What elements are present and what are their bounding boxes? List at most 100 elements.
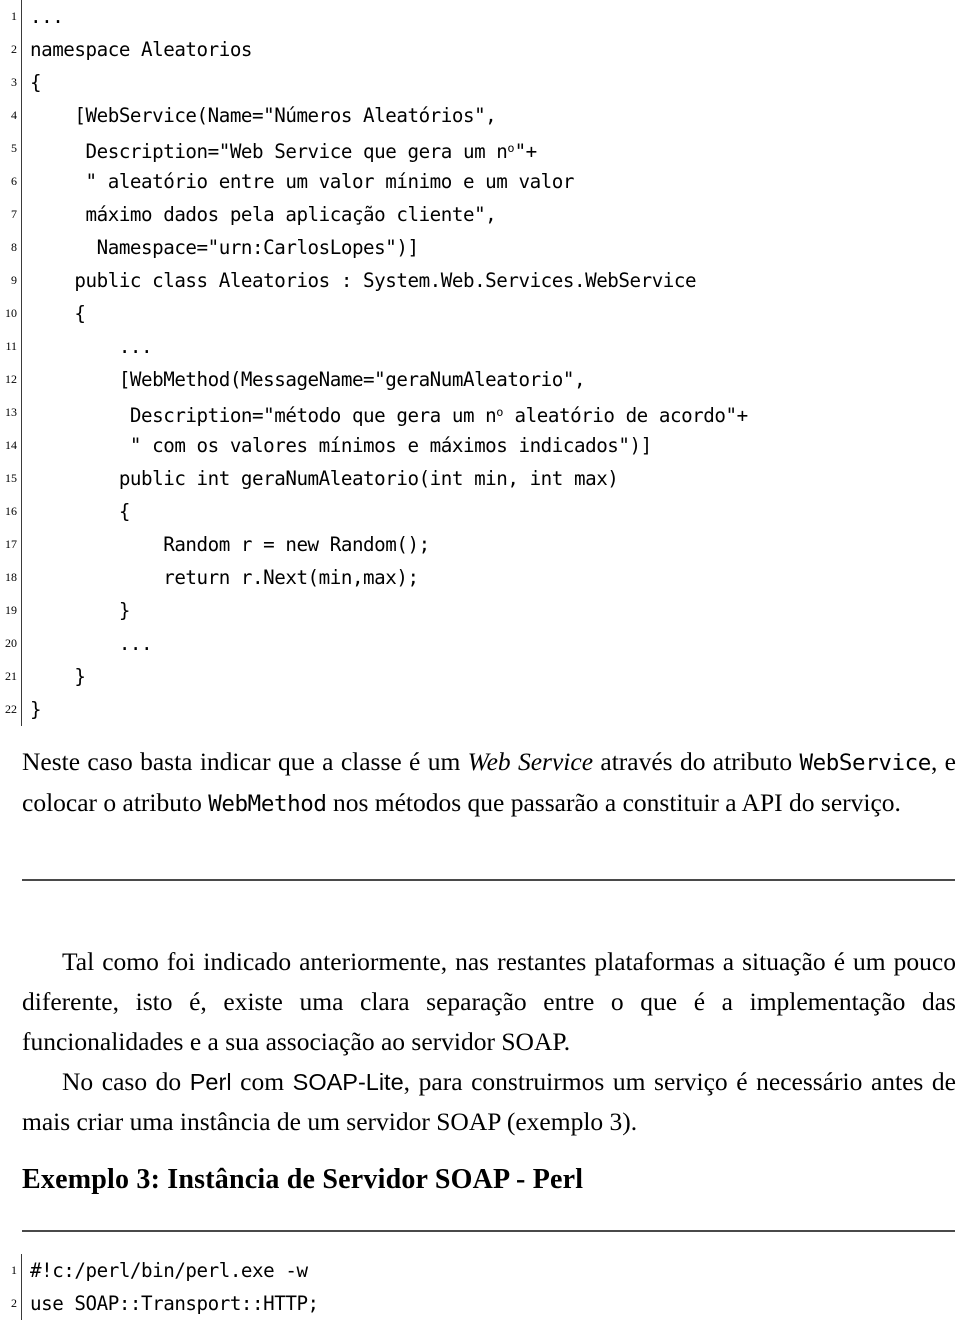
code-line: 1 #!c:/perl/bin/perl.exe -w	[0, 1254, 960, 1287]
gutter-rule	[21, 462, 22, 495]
gutter-rule	[21, 660, 22, 693]
line-number: 6	[11, 174, 17, 188]
p1-text-2: através do atributo	[593, 747, 800, 776]
line-number: 8	[11, 240, 17, 254]
gutter-rule	[21, 528, 22, 561]
line-number: 22	[5, 702, 17, 716]
line-number: 21	[5, 669, 17, 683]
code-line: 2 namespace Aleatorios	[0, 33, 960, 66]
gutter-rule	[21, 231, 22, 264]
line-number: 1	[11, 9, 17, 23]
gutter-rule	[21, 330, 22, 363]
code-text: máximo dados pela aplicação cliente",	[30, 203, 497, 226]
gutter-rule	[21, 99, 22, 132]
gutter-rule	[21, 0, 22, 33]
code-text: return r.Next(min,max);	[30, 566, 419, 589]
code-text: " aleatório entre um valor mínimo e um v…	[30, 170, 575, 193]
code-text: Description="método que gera um no aleat…	[30, 404, 748, 428]
gutter-rule	[21, 264, 22, 297]
p1-italic-web-service: Web Service	[467, 747, 594, 776]
code-line: 5 Description="Web Service que gera um n…	[0, 132, 960, 165]
code-line: 21 }	[0, 660, 960, 693]
line-number: 11	[5, 339, 17, 353]
p3-text-1: No caso do	[62, 1067, 190, 1096]
section-divider-bottom	[22, 1230, 955, 1232]
code-line: 14 " com os valores mínimos e máximos in…	[0, 429, 960, 462]
code-line: 1...	[0, 0, 960, 33]
line-number: 3	[11, 75, 17, 89]
code-line: 18 return r.Next(min,max);	[0, 561, 960, 594]
code-text: ...	[30, 5, 64, 28]
line-number: 10	[5, 306, 17, 320]
code-line: 11 ...	[0, 330, 960, 363]
line-number: 14	[5, 438, 17, 452]
code-text: #!c:/perl/bin/perl.exe -w	[30, 1259, 308, 1282]
code-line: 9 public class Aleatorios : System.Web.S…	[0, 264, 960, 297]
gutter-rule	[21, 33, 22, 66]
code-line: 7 máximo dados pela aplicação cliente",	[0, 198, 960, 231]
line-number: 19	[5, 603, 17, 617]
p3-text-2: com	[231, 1067, 293, 1096]
gutter-rule	[21, 693, 22, 726]
gutter-rule	[21, 429, 22, 462]
gutter-rule	[21, 363, 22, 396]
p3-sans-perl: Perl	[189, 1069, 232, 1095]
code-text: ...	[30, 632, 153, 655]
code-text: use SOAP::Transport::HTTP;	[30, 1292, 319, 1315]
line-number: 18	[5, 570, 17, 584]
code-listing-perl: 1 #!c:/perl/bin/perl.exe -w2 use SOAP::Tra…	[0, 1254, 960, 1320]
gutter-rule	[21, 495, 22, 528]
section-divider-top	[22, 879, 955, 881]
gutter-rule	[21, 627, 22, 660]
code-line: 4 [WebService(Name="Números Aleatórios",	[0, 99, 960, 132]
gutter-rule	[21, 297, 22, 330]
gutter-rule	[21, 165, 22, 198]
code-text: }	[30, 599, 131, 622]
line-number: 2	[11, 1296, 17, 1310]
code-text: }	[30, 665, 86, 688]
line-number: 17	[5, 537, 17, 551]
code-listing-csharp: 1... 2 namespace Aleatorios 3{4 [WebService…	[0, 0, 960, 726]
code-line: 10 {	[0, 297, 960, 330]
heading-exemplo-3: Exemplo 3: Instância de Servidor SOAP - …	[22, 1164, 584, 1195]
code-line: 2 use SOAP::Transport::HTTP;	[0, 1287, 960, 1320]
code-text: public class Aleatorios : System.Web.Ser…	[30, 269, 697, 292]
code-line: 8 Namespace="urn:CarlosLopes")]	[0, 231, 960, 264]
ordinal-superscript: o	[496, 405, 504, 419]
code-line: 15 public int geraNumAleatorio(int min, …	[0, 462, 960, 495]
code-text: ...	[30, 335, 153, 358]
code-line: 22}	[0, 693, 960, 726]
code-line: 16 {	[0, 495, 960, 528]
p1-mono-webmethod: WebMethod	[208, 791, 327, 817]
gutter-rule	[21, 132, 22, 165]
code-text: namespace Aleatorios	[30, 38, 253, 61]
line-number: 12	[5, 372, 17, 386]
gutter-rule	[21, 66, 22, 99]
p1-mono-webservice: WebService	[799, 750, 931, 776]
code-line: 19 }	[0, 594, 960, 627]
code-text: {	[30, 500, 131, 523]
line-number: 5	[11, 141, 17, 155]
code-text: Namespace="urn:CarlosLopes")]	[30, 236, 419, 259]
gutter-rule	[21, 396, 22, 429]
ordinal-superscript: o	[507, 141, 515, 155]
gutter-rule	[21, 198, 22, 231]
line-number: 13	[5, 405, 17, 419]
p1-text-1: Neste caso basta indicar que a classe é …	[22, 747, 468, 776]
code-line: 12 [WebMethod(MessageName="geraNumAleato…	[0, 363, 960, 396]
code-text: [WebMethod(MessageName="geraNumAleatorio…	[30, 368, 586, 391]
line-number: 16	[5, 504, 17, 518]
line-number: 1	[11, 1263, 17, 1277]
gutter-rule	[21, 1287, 22, 1320]
line-number: 9	[11, 273, 17, 287]
document-page: 1... 2 namespace Aleatorios 3{4 [WebService…	[0, 0, 960, 1325]
code-line: 3{	[0, 66, 960, 99]
p2-text: Tal como foi indicado anteriormente, nas…	[22, 947, 956, 1056]
paragraph-perl-soaplite: No caso do Perl com SOAP-Lite, para cons…	[22, 1062, 956, 1142]
line-number: 15	[5, 471, 17, 485]
code-text: [WebService(Name="Números Aleatórios",	[30, 104, 497, 127]
code-line: 6 " aleatório entre um valor mínimo e um…	[0, 165, 960, 198]
p1-text-4: nos métodos que passarão a constituir a …	[326, 788, 901, 817]
gutter-rule	[21, 1254, 22, 1287]
code-text: Random r = new Random();	[30, 533, 430, 556]
